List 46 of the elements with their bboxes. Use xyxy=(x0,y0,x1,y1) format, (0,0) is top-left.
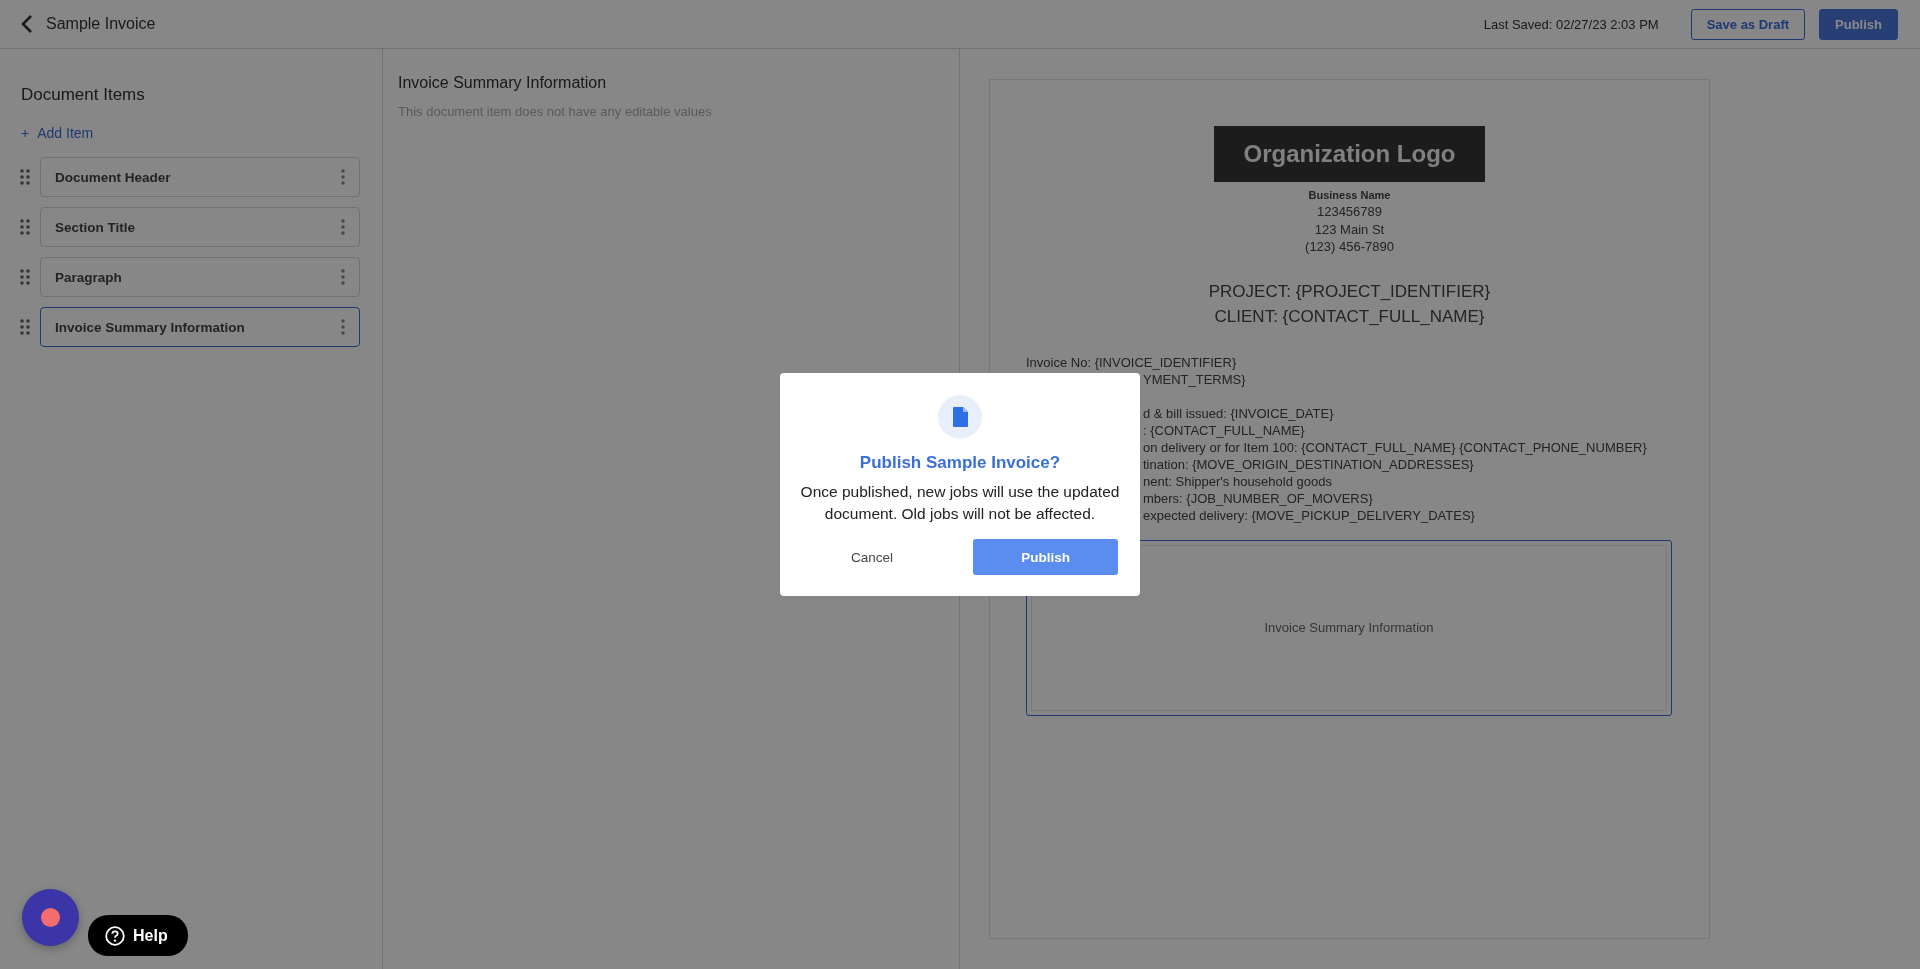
document-heading: PROJECT: {PROJECT_IDENTIFIER} xyxy=(1208,280,1491,303)
invoice-field: nent: Shipper's household goods xyxy=(1143,472,1332,490)
panel-title: Invoice Summary Information xyxy=(398,74,607,92)
drag-handle-icon[interactable] xyxy=(20,269,30,285)
invoice-field: tination: {MOVE_ORIGIN_DESTINATION_ADDRESSES} xyxy=(1143,455,1474,473)
document-item[interactable]: Paragraph xyxy=(40,257,360,297)
drag-handle-icon[interactable] xyxy=(20,219,30,235)
business-name: Business Name xyxy=(1308,188,1391,203)
invoice-field: mbers: {JOB_NUMBER_OF_MOVERS} xyxy=(1143,489,1373,507)
dialog-title: Publish Sample Invoice? xyxy=(859,453,1061,473)
dialog-message: Once published, new jobs will use the updated document. Old jobs will not be affected. xyxy=(799,482,1121,524)
invoice-field: expected delivery: {MOVE_PICKUP_DELIVERY_DATES} xyxy=(1143,506,1475,524)
invoice-field: d & bill issued: {INVOICE_DATE} xyxy=(1143,404,1334,422)
business-detail: (123) 456-7890 xyxy=(1305,238,1394,256)
document-heading: CLIENT: {CONTACT_FULL_NAME} xyxy=(1214,305,1485,328)
help-icon xyxy=(105,925,125,946)
document-icon xyxy=(952,407,968,427)
last-saved-text: Last Saved: 02/27/23 2:03 PM xyxy=(1483,16,1659,32)
document-item[interactable]: Section Title xyxy=(40,207,360,247)
more-options-icon[interactable] xyxy=(341,269,345,285)
save-draft-button[interactable]: Save as Draft xyxy=(1690,8,1806,40)
document-item[interactable]: Document Header xyxy=(40,157,360,197)
invoice-field: on delivery or for Item 100: {CONTACT_FULL_NAME} {CONTACT_PHONE_NUMBER} xyxy=(1143,438,1647,456)
drag-handle-icon[interactable] xyxy=(20,169,30,185)
business-detail: 123456789 xyxy=(1316,203,1383,221)
plus-icon[interactable]: + xyxy=(21,125,30,141)
business-detail: 123 Main St xyxy=(1314,220,1385,238)
chat-launcher-button[interactable] xyxy=(22,889,79,946)
publish-button[interactable]: Publish xyxy=(1819,8,1898,40)
help-button[interactable]: Help xyxy=(88,915,188,956)
document-item[interactable]: Invoice Summary Information xyxy=(40,307,360,347)
invoice-field: Invoice No: {INVOICE_IDENTIFIER} xyxy=(1026,353,1237,371)
back-icon[interactable] xyxy=(20,14,34,34)
section-heading: Document Items xyxy=(21,85,145,105)
more-options-icon[interactable] xyxy=(341,319,345,335)
more-options-icon[interactable] xyxy=(341,169,345,185)
page-title: Sample Invoice xyxy=(46,15,156,33)
invoice-field: YMENT_TERMS} xyxy=(1143,370,1246,388)
summary-label: Invoice Summary Information xyxy=(1264,620,1434,635)
confirm-publish-button[interactable]: Publish xyxy=(973,539,1118,575)
logo-text: Organization Logo xyxy=(1243,140,1456,168)
drag-handle-icon[interactable] xyxy=(20,319,30,335)
more-options-icon[interactable] xyxy=(341,219,345,235)
invoice-field: : {CONTACT_FULL_NAME} xyxy=(1143,421,1305,439)
add-item-link[interactable]: Add Item xyxy=(37,125,94,141)
cancel-button[interactable]: Cancel xyxy=(802,539,943,575)
